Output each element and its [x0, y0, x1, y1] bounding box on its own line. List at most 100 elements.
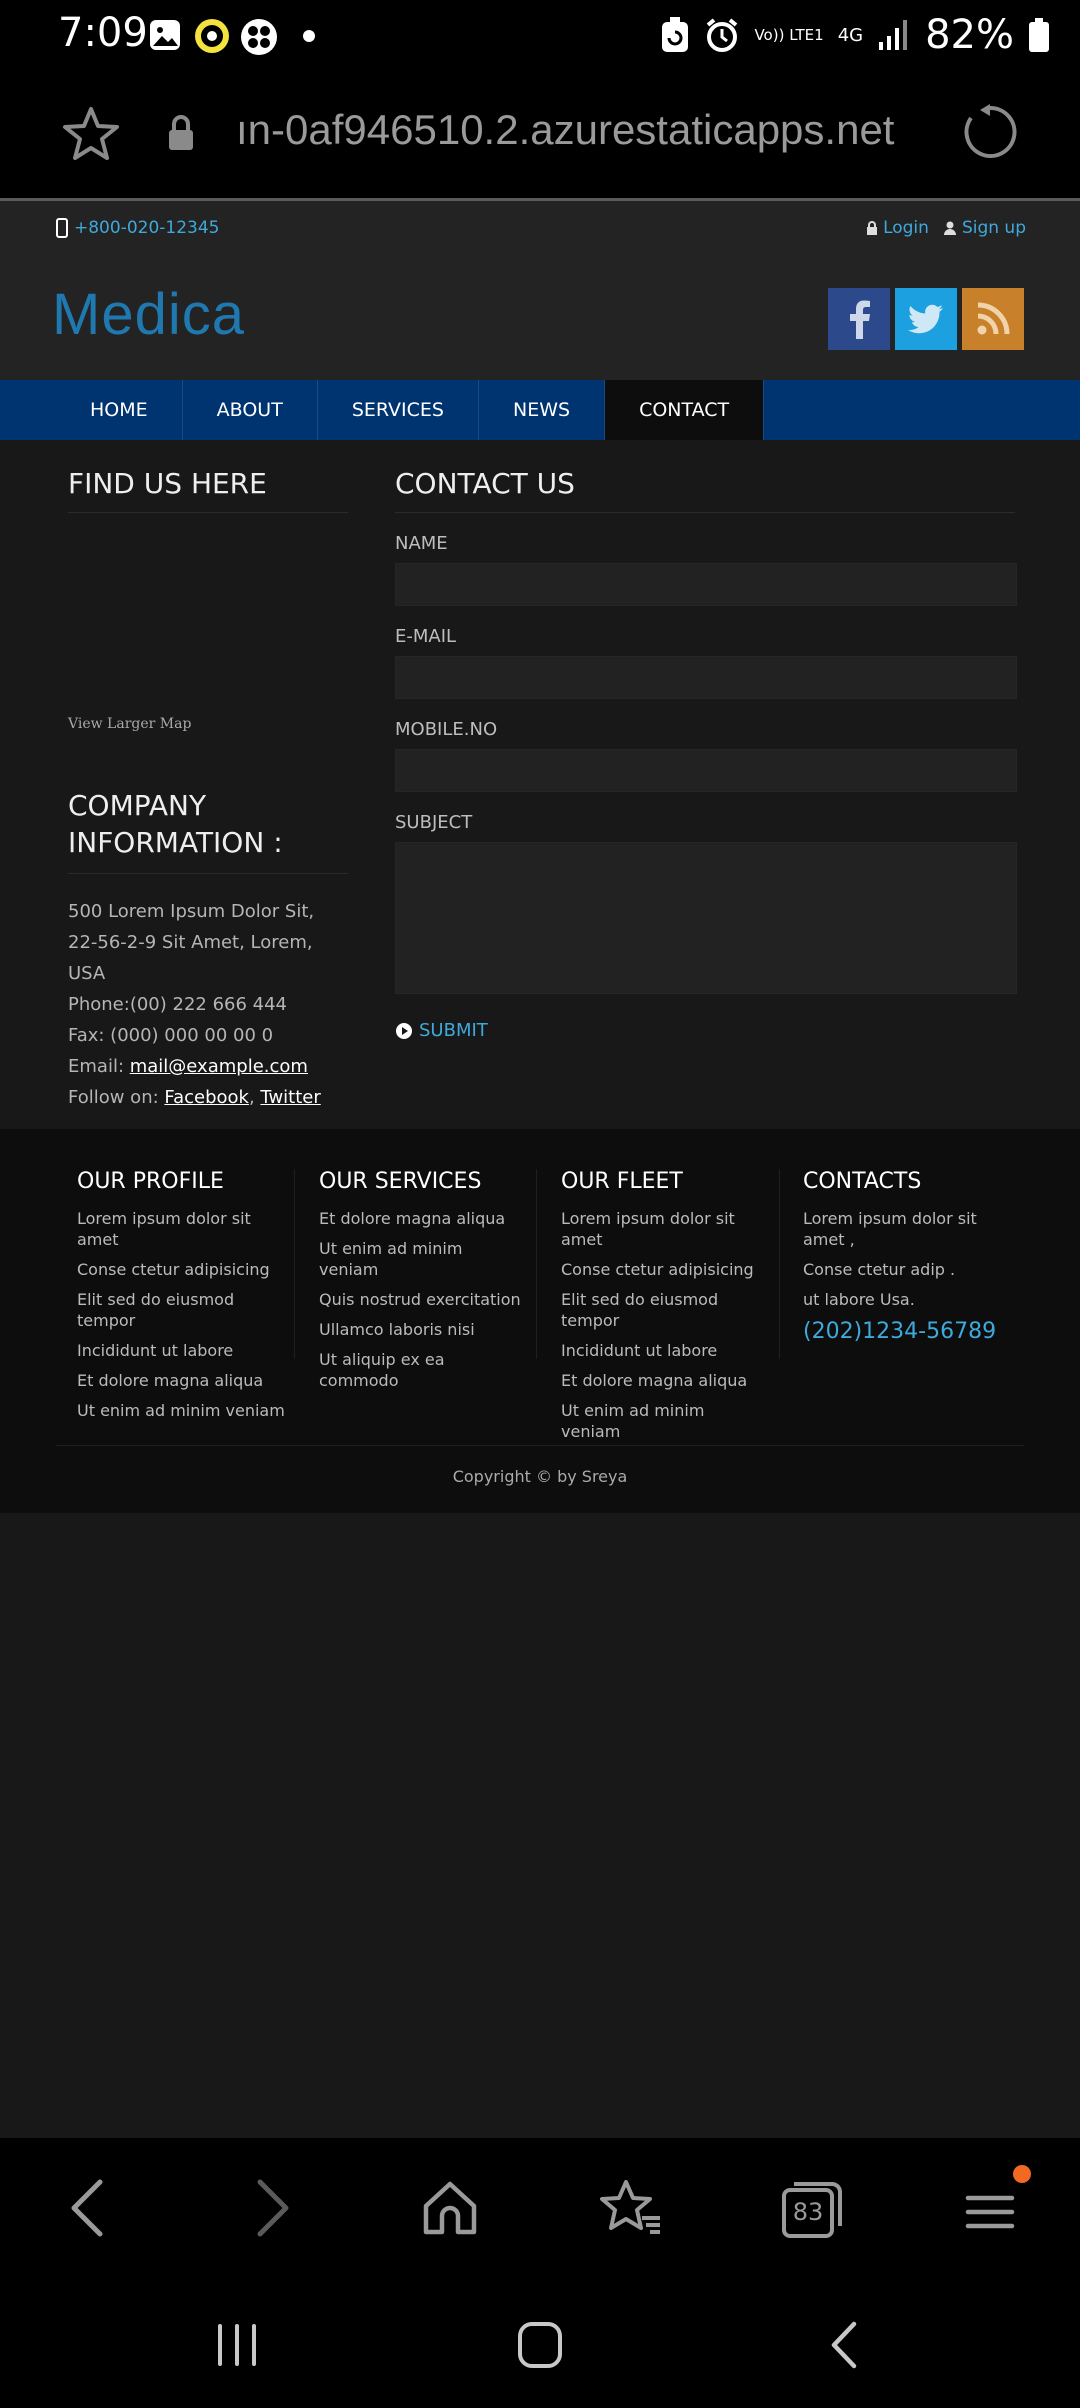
gallery-notification-icon — [150, 20, 180, 50]
mobile-input[interactable] — [395, 749, 1017, 792]
find-us-title: FIND US HERE — [68, 467, 267, 500]
footer-link[interactable]: Conse ctetur adipisicing — [77, 1259, 297, 1280]
forward-arrow-icon[interactable] — [252, 2178, 292, 2238]
email-link[interactable]: mail@example.com — [130, 1056, 308, 1077]
email-input[interactable] — [395, 656, 1017, 699]
divider — [395, 512, 1015, 513]
footer-link[interactable]: Ut enim ad minim veniam — [319, 1238, 524, 1280]
footer-phone-link[interactable]: (202)1234-56789 — [803, 1319, 1003, 1344]
nav-about[interactable]: ABOUT — [183, 380, 318, 440]
footer-services-title: OUR SERVICES — [319, 1169, 482, 1194]
footer-fleet-title: OUR FLEET — [561, 1169, 683, 1194]
follow-label: Follow on: — [68, 1087, 165, 1108]
footer-link[interactable]: Quis nostrud exercitation — [319, 1289, 524, 1310]
main-nav: HOME ABOUT SERVICES NEWS CONTACT — [0, 380, 1080, 440]
contact-form: CONTACT US NAME E-MAIL MOBILE.NO SUBJECT… — [395, 467, 1017, 1041]
divider — [68, 873, 348, 874]
footer-link[interactable]: Lorem ipsum dolor sit amet — [77, 1208, 297, 1250]
mobile-label: MOBILE.NO — [395, 719, 498, 740]
email-field-label: E-MAIL — [395, 626, 457, 647]
back-arrow-icon[interactable] — [68, 2178, 108, 2238]
footer-link[interactable]: Incididunt ut labore — [561, 1340, 766, 1361]
submit-label: SUBMIT — [419, 1020, 488, 1041]
footer-link[interactable]: Et dolore magna aliqua — [319, 1208, 524, 1229]
footer-link[interactable]: Conse ctetur adipisicing — [561, 1259, 766, 1280]
subject-textarea[interactable] — [395, 842, 1017, 994]
view-larger-map-link[interactable]: View Larger Map — [68, 716, 191, 732]
more-notifications-dot-icon — [303, 30, 315, 42]
column-divider — [779, 1169, 780, 1359]
nav-contact[interactable]: CONTACT — [605, 380, 765, 440]
status-time: 7:09 — [58, 10, 148, 56]
site-topbar: +800-020-12345 Login Sign up — [0, 201, 1080, 257]
footer-contact-line: ut labore Usa. — [803, 1290, 915, 1309]
footer-fleet-column: OUR FLEET Lorem ipsum dolor sit amet Con… — [561, 1169, 766, 1451]
contact-us-title: CONTACT US — [395, 467, 575, 500]
rss-button[interactable] — [962, 288, 1024, 350]
footer-link[interactable]: Ut enim ad minim veniam — [77, 1400, 297, 1421]
facebook-button[interactable] — [828, 288, 890, 350]
submit-button[interactable]: SUBMIT — [395, 1020, 1015, 1041]
network-type-indicator: 4G — [837, 24, 864, 46]
footer-profile-title: OUR PROFILE — [77, 1169, 224, 1194]
column-divider — [536, 1169, 537, 1359]
lock-small-icon — [867, 221, 878, 235]
url-text[interactable]: ın-0af946510.2.azurestaticapps.net — [236, 106, 894, 154]
signup-link[interactable]: Sign up — [943, 218, 1026, 238]
footer-services-column: OUR SERVICES Et dolore magna aliqua Ut e… — [319, 1169, 524, 1400]
footer-contacts-title: CONTACTS — [803, 1169, 922, 1194]
footer-link[interactable]: Ut aliquip ex ea commodo — [319, 1349, 524, 1391]
company-phone: Phone:(00) 222 666 444 — [68, 994, 288, 1015]
battery-icon — [1029, 18, 1049, 52]
login-link[interactable]: Login — [866, 218, 929, 238]
system-home-icon[interactable] — [516, 2320, 564, 2370]
battery-saver-icon — [662, 17, 689, 52]
status-right: Vo)) LTE1 4G 82% — [660, 12, 1050, 58]
bookmarks-icon[interactable] — [598, 2178, 664, 2238]
site-header: Medica — [0, 257, 1080, 380]
menu-icon[interactable] — [964, 2178, 1024, 2238]
phone-link[interactable]: +800-020-12345 — [56, 218, 220, 238]
recent-apps-icon[interactable] — [214, 2322, 260, 2368]
twitter-icon — [908, 304, 943, 334]
site-logo[interactable]: Medica — [52, 281, 245, 348]
footer-link[interactable]: Lorem ipsum dolor sit amet — [561, 1208, 766, 1250]
footer-contact-line: Lorem ipsum dolor sit amet , — [803, 1209, 977, 1249]
footer-link[interactable]: Ut enim ad minim veniam — [561, 1400, 766, 1442]
reload-icon[interactable] — [960, 102, 1020, 162]
system-navigation-bar — [0, 2278, 1080, 2408]
footer-link[interactable]: Et dolore magna aliqua — [77, 1370, 297, 1391]
footer-link[interactable]: Ullamco laboris nisi — [319, 1319, 524, 1340]
nav-news[interactable]: NEWS — [479, 380, 606, 440]
map-embed[interactable] — [68, 513, 348, 713]
app-notification-icon — [241, 19, 277, 55]
nav-services[interactable]: SERVICES — [318, 380, 479, 440]
browser-address-bar: ın-0af946510.2.azurestaticapps.net — [0, 72, 1080, 201]
company-follow-line: Follow on: Facebook, Twitter — [68, 1087, 321, 1108]
footer-link[interactable]: Incididunt ut labore — [77, 1340, 297, 1361]
home-icon[interactable] — [420, 2178, 480, 2238]
alarm-icon — [707, 18, 738, 52]
company-address: 500 Lorem Ipsum Dolor Sit, 22-56-2-9 Sit… — [68, 901, 315, 984]
footer-contacts-column: CONTACTS Lorem ipsum dolor sit amet , Co… — [803, 1169, 1003, 1344]
facebook-link[interactable]: Facebook — [164, 1087, 249, 1108]
twitter-link[interactable]: Twitter — [260, 1087, 320, 1108]
browser-bottom-toolbar: 83 — [0, 2138, 1080, 2278]
footer-link[interactable]: Et dolore magna aliqua — [561, 1370, 766, 1391]
twitter-button[interactable] — [895, 288, 957, 350]
bookmark-star-icon[interactable] — [62, 106, 120, 162]
user-icon — [943, 221, 956, 235]
nav-home[interactable]: HOME — [56, 380, 183, 440]
footer-link[interactable]: Elit sed do eiusmod tempor — [77, 1289, 297, 1331]
lock-icon — [169, 115, 193, 150]
tabs-button[interactable]: 83 — [780, 2178, 844, 2242]
name-input[interactable] — [395, 563, 1017, 606]
login-label: Login — [883, 218, 929, 238]
name-label: NAME — [395, 533, 448, 554]
company-email-line: Email: mail@example.com — [68, 1051, 348, 1082]
system-back-icon[interactable] — [826, 2320, 860, 2370]
company-info-title: COMPANY INFORMATION : — [68, 789, 283, 859]
footer-link[interactable]: Elit sed do eiusmod tempor — [561, 1289, 766, 1331]
phone-number: +800-020-12345 — [74, 218, 220, 238]
volte-indicator: Vo)) LTE1 — [754, 25, 824, 44]
